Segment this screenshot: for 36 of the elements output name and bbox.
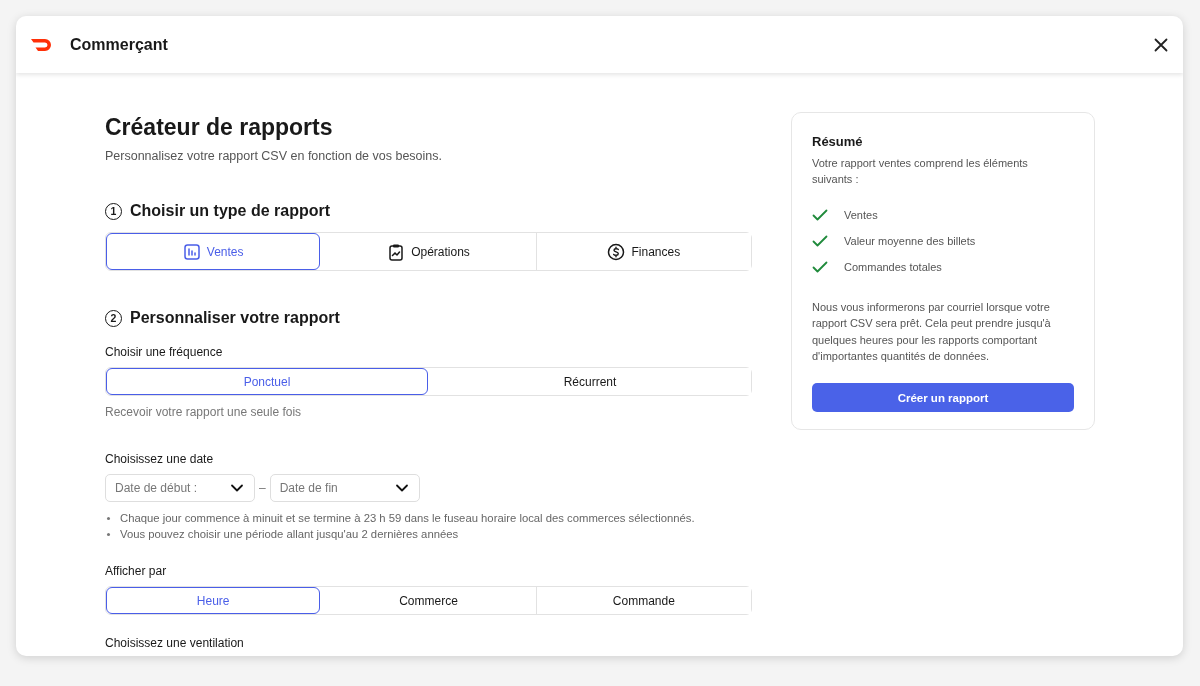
checkmark-icon xyxy=(812,261,828,273)
chart-icon xyxy=(182,242,201,261)
display-by-option[interactable]: Commande xyxy=(535,587,751,614)
summary-intro: Votre rapport ventes comprend les éléments suivants : xyxy=(812,156,1029,187)
bullet-icon xyxy=(107,516,110,520)
display-by-option[interactable]: Heure xyxy=(106,587,321,614)
bullet-icon xyxy=(107,532,110,536)
end-date-dropdown[interactable]: Date de fin xyxy=(269,474,420,502)
section-heading: Choisir un type de rapport xyxy=(130,202,330,220)
page-subtitle: Personnalisez votre rapport CSV en fonction de vos besoins. xyxy=(105,148,443,164)
field-label: Choisissez une ventilation xyxy=(105,636,245,650)
field-label: Choisir une fréquence xyxy=(105,345,224,359)
summary-item: Commandes totales xyxy=(844,261,942,273)
field-label: Choisissez une date xyxy=(105,452,215,466)
summary-title: Résumé xyxy=(812,134,864,149)
helper-text: Recevoir votre rapport une seule fois xyxy=(105,405,303,419)
report-type-tab[interactable]: Finances xyxy=(535,233,751,270)
close-icon[interactable] xyxy=(1154,37,1168,52)
summary-item: Valeur moyenne des billets xyxy=(844,235,976,247)
note-text: Vous pouvez choisir une période allant jusqu'au 2 dernières années xyxy=(120,528,459,540)
section-heading: Personnaliser votre rapport xyxy=(130,309,340,327)
clipboard-icon xyxy=(387,242,406,261)
dollar-icon xyxy=(607,242,626,261)
page-title: Créateur de rapports xyxy=(105,113,334,142)
window-title: Commerçant xyxy=(70,35,169,54)
field-label: Afficher par xyxy=(105,564,168,578)
summary-item: Ventes xyxy=(844,209,878,221)
report-type-tab[interactable]: Ventes xyxy=(106,233,321,270)
frequency-option[interactable]: Ponctuel xyxy=(106,368,428,395)
start-date-dropdown[interactable]: Date de début : xyxy=(105,474,255,502)
summary-note: Nous vous informerons par courriel lorsque votre rapport CSV sera prêt. Cela peut prendre jusqu'à quelques heures pour les rapports comportant d'importantes quantités de données. xyxy=(812,300,1052,364)
date-separator: – xyxy=(259,481,266,495)
checkmark-icon xyxy=(812,235,828,247)
checkmark-icon xyxy=(812,209,828,221)
note-text: Chaque jour commence à minuit et se termine à 23 h 59 dans le fuseau horaire local des commerces sélectionnés. xyxy=(120,512,695,524)
create-report-button[interactable]: Créer un rapport xyxy=(812,383,1074,413)
